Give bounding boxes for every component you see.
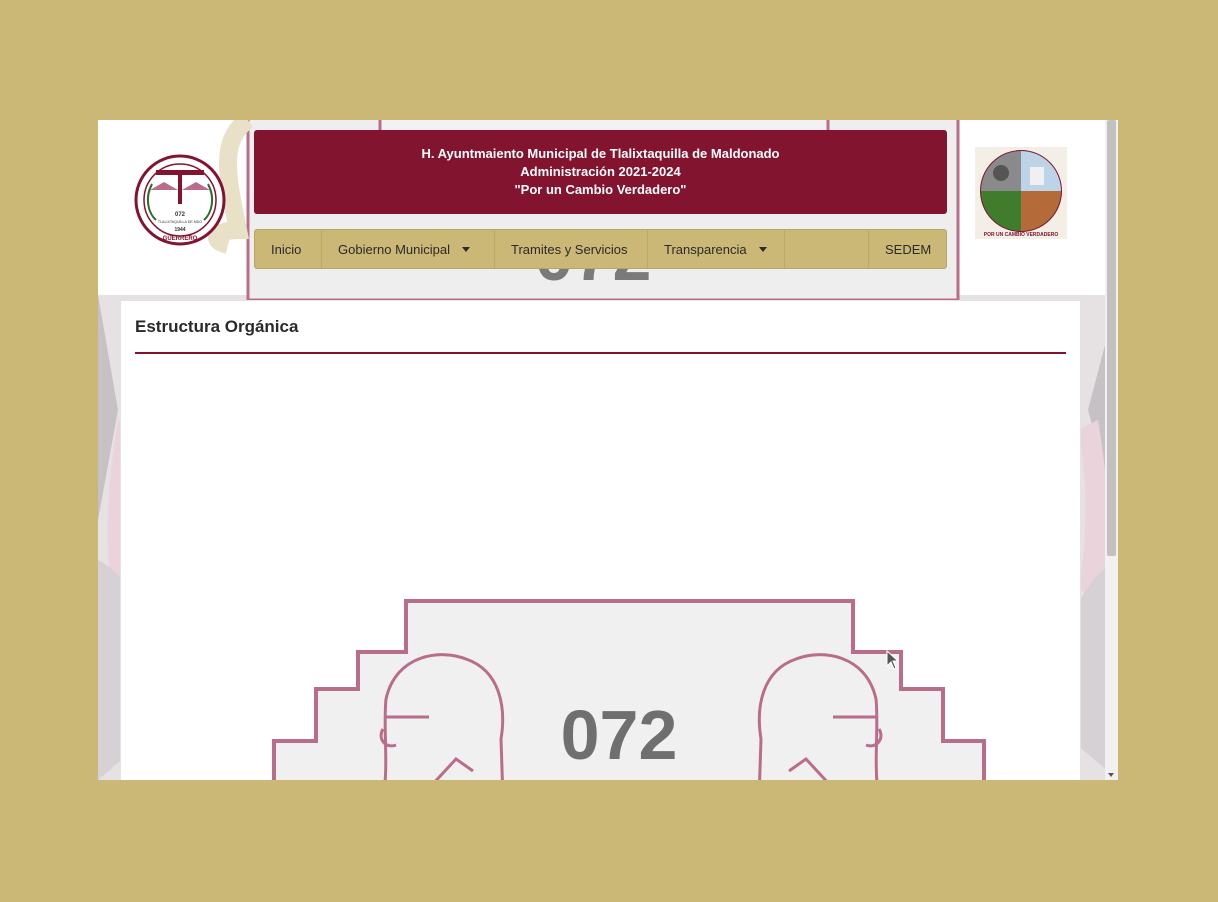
- chevron-down-icon: [758, 246, 767, 252]
- organizational-chart-emblem: 072: [272, 599, 986, 780]
- chevron-down-icon: [462, 246, 471, 252]
- main-navigation: Inicio Gobierno Municipal Tramites y Ser…: [254, 229, 947, 269]
- scrollbar-thumb[interactable]: [1107, 120, 1116, 556]
- nav-item-label: Gobierno Municipal: [338, 241, 451, 257]
- header-administration: Administración 2021-2024: [520, 164, 681, 179]
- administration-logo[interactable]: POR UN CAMBIO VERDADERO: [975, 147, 1067, 239]
- seal-number: 072: [175, 212, 186, 218]
- nav-item-label: Tramites y Servicios: [511, 241, 628, 257]
- mouse-cursor-icon: [886, 650, 900, 670]
- nav-item-inicio[interactable]: Inicio: [255, 230, 322, 268]
- nav-item-tramites-y-servicios[interactable]: Tramites y Servicios: [495, 230, 648, 268]
- nav-item-gobierno-municipal[interactable]: Gobierno Municipal: [322, 230, 495, 268]
- content-panel: Estructura Orgánica 072: [120, 300, 1081, 780]
- header-municipality-name: H. Ayuntmaiento Municipal de Tlalixtaqui…: [421, 146, 780, 161]
- seal-caption: TLALIXTAQUILLA DE MDO: [158, 220, 202, 224]
- seal-state: GUERRERO: [163, 236, 198, 242]
- municipal-seal-logo[interactable]: 072 TLALIXTAQUILLA DE MDO 1944 GUERRERO: [134, 154, 226, 246]
- nav-item-empty[interactable]: [785, 230, 869, 268]
- right-logo-caption: POR UN CAMBIO VERDADERO: [984, 232, 1059, 238]
- emblem-number: 072: [561, 696, 678, 774]
- nav-item-transparencia[interactable]: Transparencia: [648, 230, 785, 268]
- seal-year: 1944: [174, 227, 185, 233]
- header-slogan: "Por un Cambio Verdadero": [514, 182, 687, 197]
- scroll-down-arrow-icon[interactable]: [1108, 773, 1114, 777]
- nav-item-label: Inicio: [271, 241, 302, 257]
- browser-viewport: 072 072 TLALIXTAQUILLA DE MDO 1944 GUERR…: [98, 120, 1118, 780]
- page-title: Estructura Orgánica: [135, 317, 299, 336]
- site-header-title: H. Ayuntmaiento Municipal de Tlalixtaqui…: [254, 130, 947, 214]
- title-divider: [135, 352, 1066, 354]
- vertical-scrollbar[interactable]: [1105, 120, 1118, 780]
- nav-item-sedem[interactable]: SEDEM: [869, 230, 946, 268]
- nav-item-label: SEDEM: [885, 241, 932, 257]
- nav-item-label: Transparencia: [664, 241, 747, 257]
